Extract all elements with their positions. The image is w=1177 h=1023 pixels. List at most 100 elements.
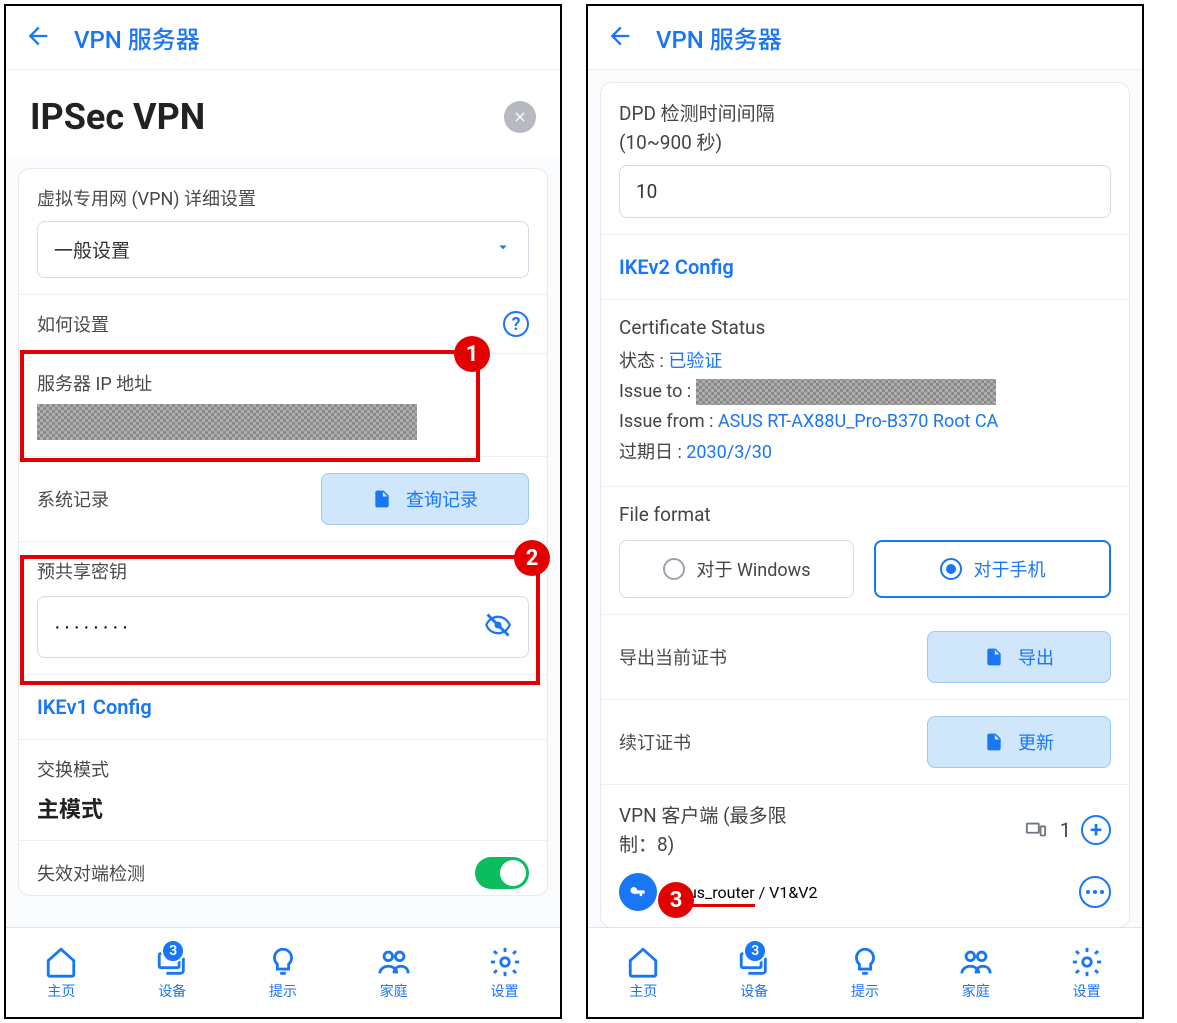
nav-device-label: 设备 [158,981,186,1001]
detail-select[interactable]: 一般设置 [37,221,529,278]
dpd-section: DPD 检测时间间隔 (10~900 秒) 10 [601,83,1129,235]
issue-from-row: Issue from : ASUS RT-AX88U_Pro-B370 Root… [619,411,1111,432]
issue-to-redacted [696,379,996,405]
issue-to-row: Issue to : [619,379,1111,405]
expiry-label: 过期日 : [619,442,686,463]
dpd-input[interactable]: 10 [619,165,1111,218]
page-title-r: VPN 服务器 [656,20,782,55]
nav-family[interactable]: 家庭 [377,945,411,1001]
client-count: 1 [1060,818,1071,842]
more-icon[interactable] [1079,876,1111,908]
devices-icon [1022,819,1050,841]
dpd-toggle[interactable] [475,857,529,889]
nav-device[interactable]: 3 设备 [737,945,771,1001]
nav-tip[interactable]: 提示 [848,945,882,1001]
client-label-1: VPN 客户端 (最多限 [619,801,787,828]
content-left: IPSec VPN 虚拟专用网 (VPN) 详细设置 一般设置 如何设置 ? 服… [6,70,560,927]
export-button[interactable]: 导出 [927,631,1111,683]
export-label: 导出当前证书 [619,644,727,670]
cert-section: Certificate Status 状态 : 已验证 Issue to : I… [601,300,1129,487]
nav-device-label: 设备 [740,981,768,1001]
file-format-section: File format 对于 Windows 对于手机 [601,487,1129,615]
radio-dot-icon [663,558,685,580]
page-title: VPN 服务器 [74,20,200,55]
exchange-section: 交换模式 主模式 [19,740,547,841]
export-section: 导出当前证书 导出 [601,615,1129,700]
exchange-value: 主模式 [37,792,529,824]
nav-family-label: 家庭 [380,981,408,1001]
radio-dot-icon [940,558,962,580]
callout-2-badge: 2 [514,540,550,576]
status-label: 状态 : [619,351,668,372]
content-right: DPD 检测时间间隔 (10~900 秒) 10 IKEv2 Config Ce… [588,70,1142,927]
detail-value: 一般设置 [54,236,130,263]
ipsec-title: IPSec VPN [30,96,205,138]
nav-settings[interactable]: 设置 [1070,945,1104,1001]
dpd-label-1: DPD 检测时间间隔 [619,99,1111,126]
settings-card: 虚拟专用网 (VPN) 详细设置 一般设置 如何设置 ? 服务器 IP 地址 系… [18,168,548,896]
nav-device-badge: 3 [161,939,185,963]
syslog-label: 系统记录 [37,486,109,512]
radio-windows[interactable]: 对于 Windows [619,540,854,598]
nav-tip[interactable]: 提示 [266,945,300,1001]
key-icon [619,873,657,911]
cert-status-row: 状态 : 已验证 [619,347,1111,373]
settings-card-r: DPD 检测时间间隔 (10~900 秒) 10 IKEv2 Config Ce… [600,82,1130,927]
renew-label: 续订证书 [619,729,691,755]
help-icon[interactable]: ? [503,311,529,337]
client-count-group: 1 + [1022,815,1111,845]
back-arrow-icon[interactable] [24,22,52,54]
nav-family[interactable]: 家庭 [959,945,993,1001]
radio-row: 对于 Windows 对于手机 [619,540,1111,598]
close-icon[interactable] [504,101,536,133]
issue-to-label: Issue to : [619,381,696,402]
file-format-label: File format [619,503,1111,526]
exchange-label: 交换模式 [37,756,529,782]
ipsec-header: IPSec VPN [6,70,560,156]
client-user-suffix: / V1&V2 [755,883,818,902]
issue-from-label: Issue from : [619,411,718,432]
bottom-nav-r: 主页 3 设备 提示 家庭 设置 [588,927,1142,1017]
bottom-nav: 主页 3 设备 提示 家庭 设置 [6,927,560,1017]
add-client-button[interactable]: + [1081,815,1111,845]
expiry-value: 2030/3/30 [686,442,772,463]
syslog-section: 系统记录 查询记录 [19,457,547,542]
ikev2-title: IKEv2 Config [601,235,1129,300]
dpd-label-2: (10~900 秒) [619,128,1111,155]
callout-2-box [20,555,540,685]
expiry-row: 过期日 : 2030/3/30 [619,438,1111,464]
dpd-toggle-label: 失效对端检测 [37,860,145,886]
nav-home[interactable]: 主页 [626,945,660,1001]
nav-tip-label: 提示 [269,981,297,1001]
nav-settings[interactable]: 设置 [488,945,522,1001]
nav-device-badge: 3 [743,939,767,963]
nav-home[interactable]: 主页 [44,945,78,1001]
topbar: VPN 服务器 [6,6,560,70]
chevron-down-icon [494,238,512,261]
client-label-2: 制：8) [619,830,787,857]
query-log-button[interactable]: 查询记录 [321,473,529,525]
nav-tip-label: 提示 [851,981,879,1001]
detail-label: 虚拟专用网 (VPN) 详细设置 [37,185,529,211]
client-header-row: VPN 客户端 (最多限 制：8) 1 + [619,801,1111,859]
renew-section: 续订证书 更新 [601,700,1129,785]
radio-mobile[interactable]: 对于手机 [874,540,1111,598]
nav-settings-label: 设置 [491,981,519,1001]
renew-button[interactable]: 更新 [927,716,1111,768]
nav-device[interactable]: 3 设备 [155,945,189,1001]
callout-3-badge: 3 [658,882,694,918]
renew-btn-label: 更新 [1018,729,1054,755]
nav-home-label: 主页 [629,981,657,1001]
nav-family-label: 家庭 [962,981,990,1001]
issue-from-value: ASUS RT-AX88U_Pro-B370 Root CA [718,411,998,432]
client-label-wrap: VPN 客户端 (最多限 制：8) [619,801,787,859]
topbar-r: VPN 服务器 [588,6,1142,70]
detail-section: 虚拟专用网 (VPN) 详细设置 一般设置 [19,169,547,295]
phone-left: VPN 服务器 IPSec VPN 虚拟专用网 (VPN) 详细设置 一般设置 … [4,4,562,1019]
back-arrow-icon[interactable] [606,22,634,54]
dpd-value: 10 [636,180,657,203]
export-btn-label: 导出 [1018,644,1054,670]
howto-label: 如何设置 [37,311,109,337]
nav-settings-label: 设置 [1073,981,1101,1001]
dpd-toggle-section: 失效对端检测 [19,841,547,895]
